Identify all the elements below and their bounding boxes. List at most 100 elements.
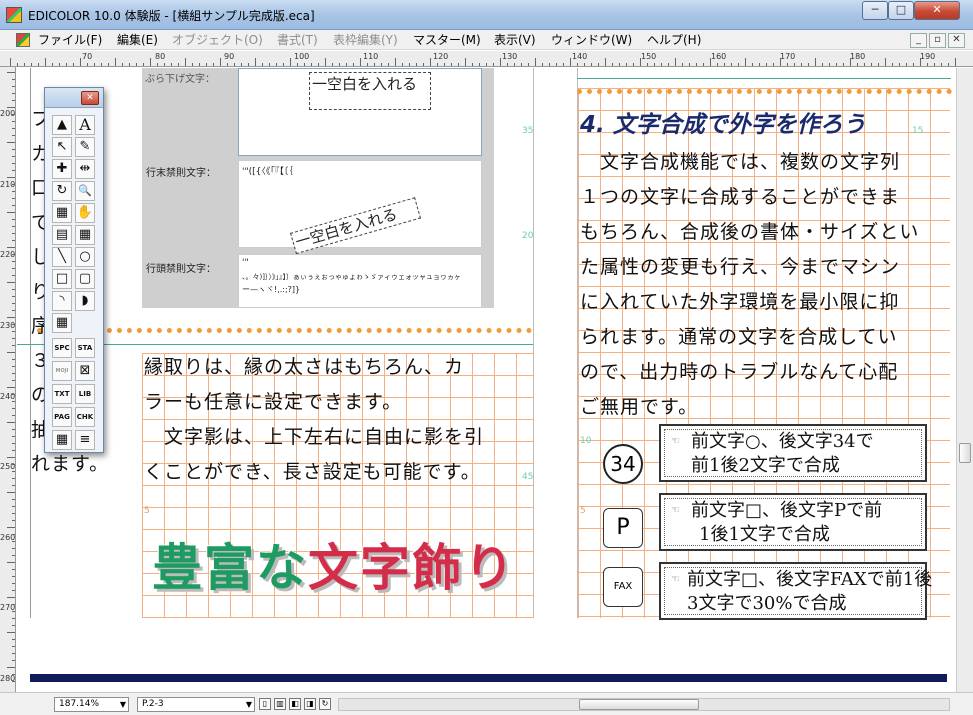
- half-round-icon[interactable]: ◗: [75, 291, 95, 311]
- film-icon[interactable]: ▦: [52, 313, 72, 333]
- ruler-tick: [12, 604, 15, 605]
- rotate-icon[interactable]: ↻: [52, 181, 72, 201]
- txt-icon[interactable]: TXT: [52, 384, 72, 404]
- mdi-minimize-button[interactable]: _: [910, 33, 927, 48]
- frame-icon[interactable]: ▦: [52, 203, 72, 223]
- menu-master[interactable]: マスター(M): [413, 32, 481, 48]
- resize-icon[interactable]: ⇹: [75, 159, 95, 179]
- move-icon[interactable]: ✚: [52, 159, 72, 179]
- menu-window[interactable]: ウィンドウ(W): [551, 32, 632, 48]
- line-icon[interactable]: ╲: [52, 247, 72, 267]
- ruler-tick: [556, 63, 557, 66]
- line-start-value: ー—ヽヾ!,.:;?]}: [242, 285, 301, 294]
- hand-tool-icon[interactable]: ✋: [75, 203, 95, 223]
- ruler-tick: [12, 226, 15, 227]
- minimize-button[interactable]: ─: [862, 1, 888, 20]
- ruler-tick: [241, 63, 242, 66]
- menu-object[interactable]: オブジェクト(O): [172, 32, 263, 48]
- sta-icon[interactable]: STA: [75, 338, 95, 358]
- ruler-tick: [12, 205, 15, 206]
- grid-number: 5: [144, 506, 150, 516]
- ruler-tick: [12, 436, 15, 437]
- ruler-tick: [12, 653, 15, 654]
- mdi-close-button[interactable]: ✕: [948, 33, 965, 48]
- ruler-tick: [12, 198, 15, 199]
- text-tool-icon[interactable]: A: [75, 115, 95, 135]
- menu-help[interactable]: ヘルプ(H): [647, 32, 701, 48]
- ruler-tick: [920, 58, 921, 66]
- grid-number: 10: [580, 436, 592, 446]
- ruler-tick: [626, 63, 627, 66]
- close-button[interactable]: ✕: [914, 1, 960, 20]
- spread-icon[interactable]: ▥: [274, 698, 286, 710]
- palette-close-button[interactable]: ✕: [81, 91, 99, 105]
- list-icon[interactable]: ≡: [75, 430, 95, 450]
- rounded-rectangle-icon[interactable]: ▢: [75, 269, 95, 289]
- note-line: 前文字□、後文字FAXで前1後: [687, 569, 933, 590]
- spc-icon[interactable]: SPC: [52, 338, 72, 358]
- ruler-tick: [871, 63, 872, 66]
- ruler-tick: [864, 63, 865, 66]
- ruler-tick: [710, 58, 711, 66]
- direct-select-icon[interactable]: ↖: [52, 137, 72, 157]
- guide-line: [577, 78, 951, 79]
- refresh-icon[interactable]: ↻: [319, 698, 331, 710]
- ruler-tick: [12, 660, 15, 661]
- palette-titlebar[interactable]: ✕: [45, 88, 103, 108]
- horizontal-ruler: 70 80 90 100 110 120 130 140 150 160 170…: [0, 51, 973, 67]
- ruler-tick: [255, 58, 256, 66]
- ruler-tick: [31, 63, 32, 66]
- page-select[interactable]: P.2-3 ▼: [137, 697, 255, 712]
- mdi-restore-button[interactable]: ▫: [929, 33, 946, 48]
- ruler-tick: [535, 58, 536, 66]
- ruler-tick: [402, 63, 403, 66]
- text-frame-icon[interactable]: ▤: [52, 225, 72, 245]
- lib-icon[interactable]: LIB: [75, 384, 95, 404]
- zoom-select[interactable]: 187.14% ▼: [54, 697, 129, 712]
- prev-page-icon[interactable]: ◧: [289, 698, 301, 710]
- ruler-tick: [899, 63, 900, 66]
- ruler-tick: [157, 63, 158, 66]
- next-page-icon[interactable]: ◨: [304, 698, 316, 710]
- select-arrow-icon[interactable]: ▲: [52, 115, 72, 135]
- maximize-button[interactable]: □: [888, 1, 914, 20]
- pen-icon[interactable]: ✎: [75, 137, 95, 157]
- chk-icon[interactable]: CHK: [75, 407, 95, 427]
- ruler-tick: [94, 63, 95, 66]
- ruler-tick: [507, 63, 508, 66]
- right-body-text: 文字合成機能では、複数の文字列 １つの文字に合成することができま もちろん、合成…: [580, 145, 919, 425]
- tool-palette[interactable]: ✕ ▲ A ↖ ✎ ✚ ⇹ ↻ 🔍 ▦ ✋ ▤ ▦ ╲ ○ □ ▢ ◝ ◗ ▦ …: [44, 87, 104, 453]
- vertical-scrollbar[interactable]: [956, 68, 973, 692]
- grid-icon[interactable]: ▦: [52, 430, 72, 450]
- ruler-tick: [829, 63, 830, 66]
- horizontal-scroll-thumb[interactable]: [579, 699, 699, 710]
- page-icon[interactable]: ▯: [259, 698, 271, 710]
- document-icon[interactable]: [16, 33, 30, 47]
- rectangle-icon[interactable]: □: [52, 269, 72, 289]
- zoom-icon[interactable]: 🔍: [75, 181, 95, 201]
- ruler-tick: [374, 63, 375, 66]
- ruler-tick: [360, 58, 361, 66]
- ruler-tick: [12, 289, 15, 290]
- ruler-tick: [787, 63, 788, 66]
- image-frame-icon[interactable]: ⊠: [75, 361, 95, 381]
- menu-table-edit[interactable]: 表枠編集(Y): [333, 32, 398, 48]
- menu-format[interactable]: 書式(T): [277, 32, 318, 48]
- pag-icon[interactable]: PAG: [52, 407, 72, 427]
- menu-edit[interactable]: 編集(E): [117, 32, 158, 48]
- vertical-scroll-thumb[interactable]: [959, 443, 971, 463]
- horizontal-scrollbar[interactable]: [338, 698, 950, 711]
- ruler-tick: [12, 268, 15, 269]
- text-line: １つの文字に合成することができま: [580, 186, 901, 208]
- ellipse-icon[interactable]: ○: [75, 247, 95, 267]
- document-canvas[interactable]: ぶら下げ文字： 、。,. 行末禁則文字： '"([{〈《「『【〔｛ 行頭禁則文字…: [17, 68, 956, 692]
- menu-view[interactable]: 表示(V): [494, 32, 536, 48]
- ruler-tick: [143, 63, 144, 66]
- note-line: 3文字で30%で合成: [687, 593, 847, 614]
- table-icon[interactable]: ▦: [75, 225, 95, 245]
- ruler-tick: [731, 63, 732, 66]
- menu-file[interactable]: ファイル(F): [38, 32, 102, 48]
- decorated-heading: 豊富な文字飾り: [152, 528, 516, 600]
- moji-icon[interactable]: MOJI: [52, 361, 72, 381]
- arc-icon[interactable]: ◝: [52, 291, 72, 311]
